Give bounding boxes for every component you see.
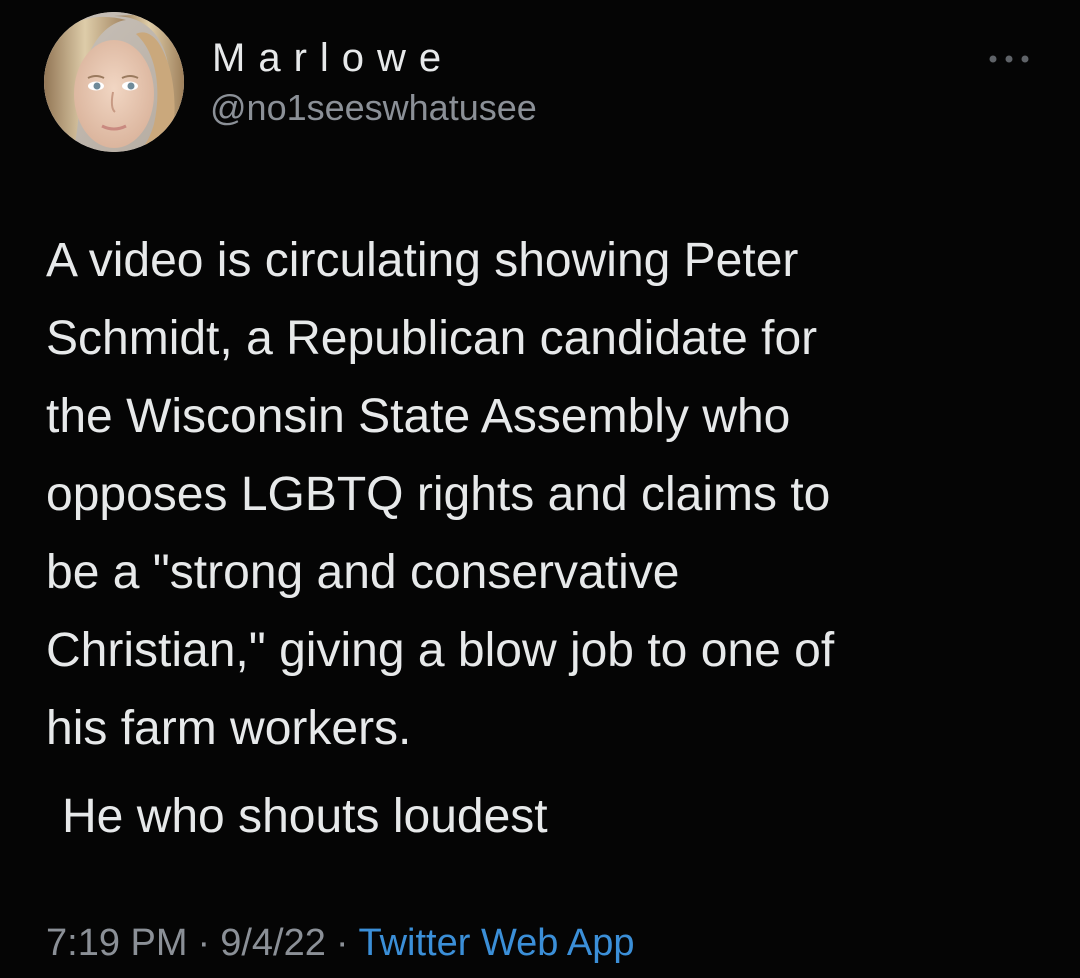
tweet-date[interactable]: 9/4/22 [220, 922, 326, 964]
more-button[interactable] [984, 44, 1034, 74]
tweet-card: Marlowe @no1seeswhatusee A video is circ… [0, 0, 1080, 978]
tweet-source-link[interactable]: Twitter Web App [359, 922, 635, 964]
avatar[interactable] [44, 12, 184, 152]
tweet-text: A video is circulating showing Peter Sch… [46, 234, 835, 755]
display-name[interactable]: Marlowe [212, 34, 454, 82]
user-handle[interactable]: @no1seeswhatusee [210, 86, 537, 130]
profile-photo-icon [44, 12, 184, 152]
meta-separator: · [335, 922, 349, 964]
tweet-metadata: 7:19 PM · 9/4/22 · Twitter Web App [46, 918, 634, 968]
more-icon [989, 55, 1029, 63]
tweet-time[interactable]: 7:19 PM [46, 922, 188, 964]
tweet-text-followup: He who shouts loudest [62, 790, 548, 843]
meta-separator: · [197, 922, 211, 964]
